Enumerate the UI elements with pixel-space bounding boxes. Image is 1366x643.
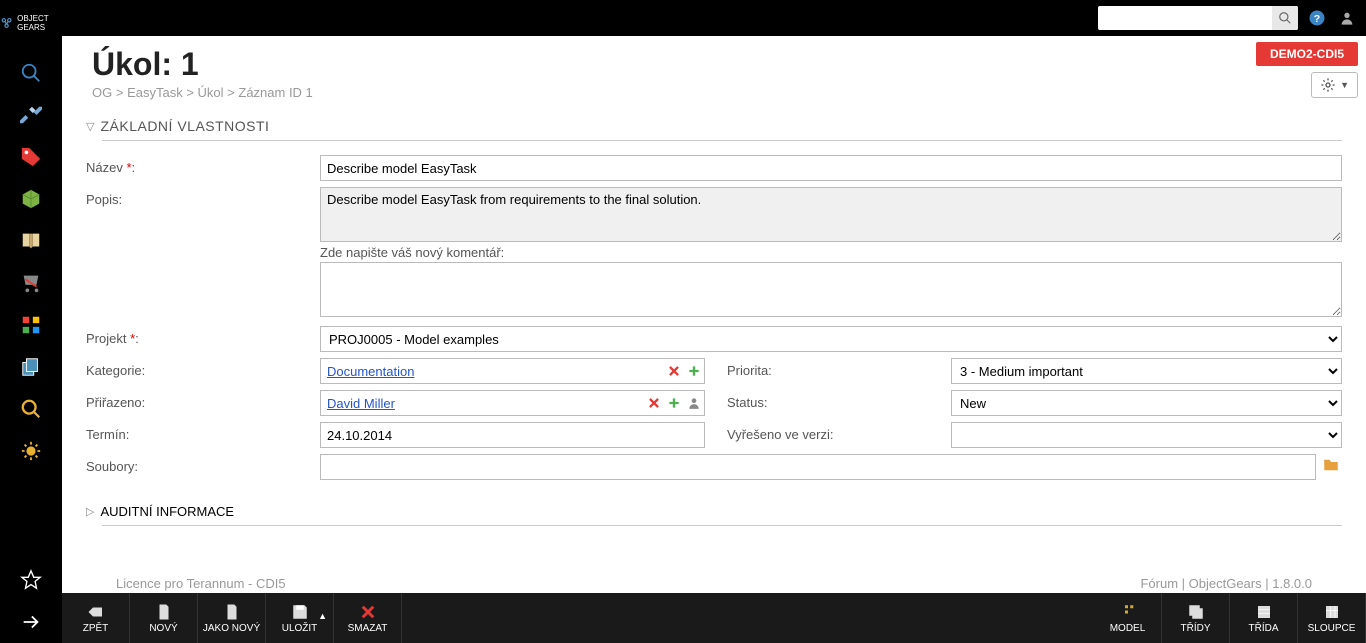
version-text: 1.8.0.0 <box>1272 576 1312 591</box>
topbar: ? <box>62 0 1366 36</box>
breadcrumb-current: Záznam ID 1 <box>238 85 312 100</box>
user-icon[interactable] <box>1336 7 1358 29</box>
search-input[interactable] <box>1098 11 1272 25</box>
sidebar-sun-icon[interactable] <box>0 430 62 472</box>
svg-text:?: ? <box>1314 13 1320 25</box>
label-deadline: Termín: <box>86 422 320 448</box>
sidebar-search-icon[interactable] <box>0 52 62 94</box>
remove-icon[interactable] <box>646 395 662 411</box>
sidebar-copy-icon[interactable] <box>0 346 62 388</box>
global-search <box>1098 6 1298 30</box>
license-text: Licence pro Terannum - CDI5 <box>116 576 286 591</box>
classes-button[interactable]: TŘÍDY <box>1162 593 1230 643</box>
section-audit-title: AUDITNÍ INFORMACE <box>100 504 234 519</box>
user-icon[interactable] <box>686 395 702 411</box>
description-textarea[interactable]: Describe model EasyTask from requirement… <box>320 187 1342 242</box>
priority-select[interactable]: 3 - Medium important <box>951 358 1342 384</box>
label-priority: Priorita: <box>723 358 951 384</box>
files-input[interactable] <box>320 454 1316 480</box>
add-icon[interactable] <box>666 395 682 411</box>
sidebar-star-icon[interactable] <box>0 559 62 601</box>
delete-button[interactable]: SMAZAT <box>334 593 402 643</box>
label-category: Kategorie: <box>86 358 320 384</box>
label-assigned: Přiřazeno: <box>86 390 320 416</box>
sidebar-cart-icon[interactable] <box>0 262 62 304</box>
sidebar-apps-icon[interactable] <box>0 304 62 346</box>
sidebar-tag-icon[interactable] <box>0 136 62 178</box>
project-select[interactable]: PROJ0005 - Model examples <box>320 326 1342 352</box>
search-button[interactable] <box>1272 6 1298 30</box>
columns-button[interactable]: SLOUPCE <box>1298 593 1366 643</box>
label-desc: Popis: <box>86 187 320 207</box>
sidebar-cube-icon[interactable] <box>0 178 62 220</box>
deadline-input[interactable] <box>320 422 705 448</box>
content: ▽ ZÁKLADNÍ VLASTNOSTI Název *: Popis: De… <box>62 104 1366 593</box>
remove-icon[interactable] <box>666 363 682 379</box>
breadcrumb-og[interactable]: OG <box>92 85 112 100</box>
breadcrumb-easytask[interactable]: EasyTask <box>127 85 183 100</box>
sidebar-find-icon[interactable] <box>0 388 62 430</box>
label-files: Soubory: <box>86 454 320 474</box>
sidebar-tools-icon[interactable] <box>0 94 62 136</box>
logo[interactable]: OBJECT GEARS <box>0 8 62 52</box>
comment-hint: Zde napište váš nový komentář: <box>320 245 1342 260</box>
folder-icon[interactable] <box>1320 454 1342 476</box>
help-icon[interactable]: ? <box>1306 7 1328 29</box>
label-name: Název <box>86 160 123 175</box>
sidebar-forward-icon[interactable] <box>0 601 62 643</box>
og-link[interactable]: ObjectGears <box>1189 576 1262 591</box>
forum-link[interactable]: Fórum <box>1140 576 1178 591</box>
new-button[interactable]: NOVÝ <box>130 593 198 643</box>
name-input[interactable] <box>320 155 1342 181</box>
collapse-icon[interactable]: ▽ <box>86 120 94 133</box>
add-icon[interactable] <box>686 363 702 379</box>
model-button[interactable]: MODEL <box>1094 593 1162 643</box>
class-button[interactable]: TŘÍDA <box>1230 593 1298 643</box>
label-project: Projekt <box>86 331 126 346</box>
sidebar-book-icon[interactable] <box>0 220 62 262</box>
header: Úkol: 1 OG > EasyTask > Úkol > Záznam ID… <box>62 36 1366 104</box>
settings-button[interactable]: ▼ <box>1311 72 1358 98</box>
resolved-select[interactable] <box>951 422 1342 448</box>
breadcrumb-ukol[interactable]: Úkol <box>198 85 224 100</box>
user-badge[interactable]: DEMO2-CDI5 <box>1256 42 1358 66</box>
page-title: Úkol: 1 <box>92 46 1336 83</box>
sidebar: OBJECT GEARS <box>0 0 62 643</box>
expand-icon[interactable]: ▷ <box>86 505 94 518</box>
comment-textarea[interactable] <box>320 262 1342 317</box>
section-basic-title: ZÁKLADNÍ VLASTNOSTI <box>100 118 269 134</box>
label-status: Status: <box>723 390 951 416</box>
label-resolved: Vyřešeno ve verzi: <box>723 422 951 448</box>
status-select[interactable]: New <box>951 390 1342 416</box>
save-button[interactable]: ULOŽIT▲ <box>266 593 334 643</box>
as-new-button[interactable]: JAKO NOVÝ <box>198 593 266 643</box>
breadcrumb: OG > EasyTask > Úkol > Záznam ID 1 <box>92 85 1336 100</box>
bottombar: ZPĚT NOVÝ JAKO NOVÝ ULOŽIT▲ SMAZAT MODEL… <box>62 593 1366 643</box>
logo-text: OBJECT GEARS <box>17 14 62 32</box>
back-button[interactable]: ZPĚT <box>62 593 130 643</box>
category-link[interactable]: Documentation <box>321 364 666 379</box>
assigned-link[interactable]: David Miller <box>321 396 646 411</box>
